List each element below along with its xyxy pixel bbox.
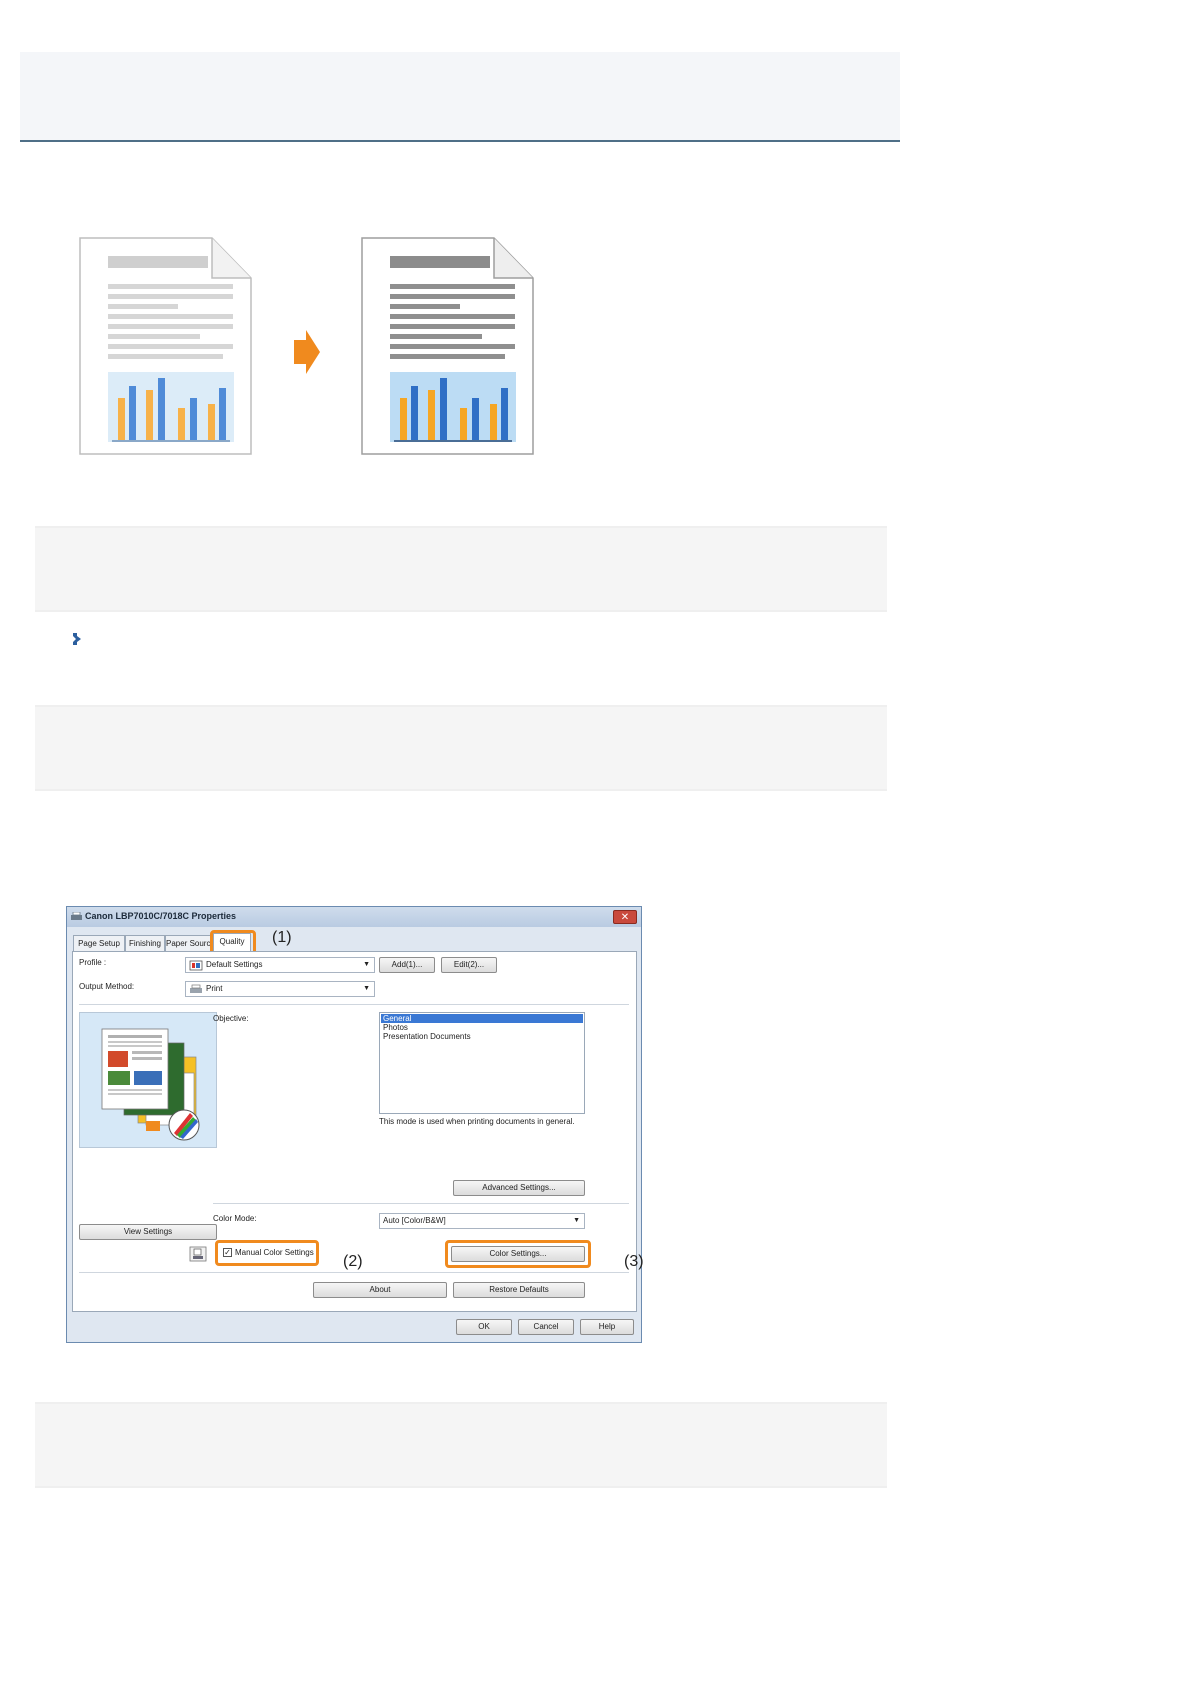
color-mode-label: Color Mode: [213, 1214, 257, 1223]
output-method-value: Print [206, 984, 223, 993]
tab-page-setup[interactable]: Page Setup [73, 935, 125, 951]
add-profile-button[interactable]: Add(1)... [379, 957, 435, 973]
chevron-down-icon: ▼ [363, 961, 370, 968]
document-after [361, 237, 534, 455]
document-comparison-illustration [79, 237, 534, 455]
close-icon[interactable]: ✕ [613, 910, 637, 924]
objective-description: This mode is used when printing document… [379, 1117, 575, 1126]
divider [79, 1004, 629, 1005]
step-band-1 [35, 526, 887, 612]
chevron-down-icon: ▼ [363, 985, 370, 992]
profile-label: Profile : [79, 958, 107, 967]
color-mode-value: Auto [Color/B&W] [383, 1216, 446, 1225]
objective-item-general[interactable]: General [381, 1014, 583, 1023]
objective-item-photos[interactable]: Photos [381, 1023, 408, 1032]
step-band-3 [35, 1402, 887, 1488]
right-arrow-icon [294, 330, 320, 374]
quality-preview-image [79, 1012, 217, 1148]
dialog-title: Canon LBP7010C/7018C Properties [85, 911, 237, 921]
settings-preview-icon[interactable] [189, 1246, 207, 1262]
chevron-down-icon: ▼ [573, 1217, 580, 1224]
dialog-titlebar: Canon LBP7010C/7018C Properties ✕ [67, 907, 641, 927]
about-button[interactable]: About [313, 1282, 447, 1298]
output-method-label: Output Method: [79, 982, 135, 991]
tab-finishing[interactable]: Finishing [125, 935, 165, 951]
edit-profile-button[interactable]: Edit(2)... [441, 957, 497, 973]
printer-icon [71, 912, 82, 920]
document-before [79, 237, 252, 455]
callout-2: (2) [343, 1253, 363, 1270]
view-settings-button[interactable]: View Settings [79, 1224, 217, 1240]
link-bullet-icon[interactable] [72, 632, 84, 646]
highlight-color-settings [445, 1240, 591, 1268]
divider [213, 1203, 629, 1204]
profile-icon [189, 960, 203, 971]
help-button[interactable]: Help [580, 1319, 634, 1335]
objective-item-presentation[interactable]: Presentation Documents [381, 1032, 471, 1041]
objective-label: Objective: [213, 1014, 249, 1023]
divider [79, 1272, 629, 1273]
advanced-settings-button[interactable]: Advanced Settings... [453, 1180, 585, 1196]
cancel-button[interactable]: Cancel [518, 1319, 574, 1335]
objective-list[interactable]: General Photos Presentation Documents [379, 1012, 585, 1114]
callout-1: (1) [272, 929, 292, 946]
tab-paper-source[interactable]: Paper Sourc [165, 935, 211, 951]
profile-value: Default Settings [206, 960, 263, 969]
printer-icon [190, 984, 202, 993]
ok-button[interactable]: OK [456, 1319, 512, 1335]
output-method-select[interactable]: Print ▼ [185, 981, 375, 997]
profile-select[interactable]: Default Settings ▼ [185, 957, 375, 973]
highlight-manual-color [215, 1240, 319, 1266]
printer-properties-dialog: Canon LBP7010C/7018C Properties ✕ Page S… [66, 906, 644, 1343]
color-mode-select[interactable]: Auto [Color/B&W] ▼ [379, 1213, 585, 1229]
step-band-2 [35, 705, 887, 791]
callout-3: (3) [624, 1253, 644, 1270]
restore-defaults-button[interactable]: Restore Defaults [453, 1282, 585, 1298]
page-header-band [20, 52, 900, 142]
